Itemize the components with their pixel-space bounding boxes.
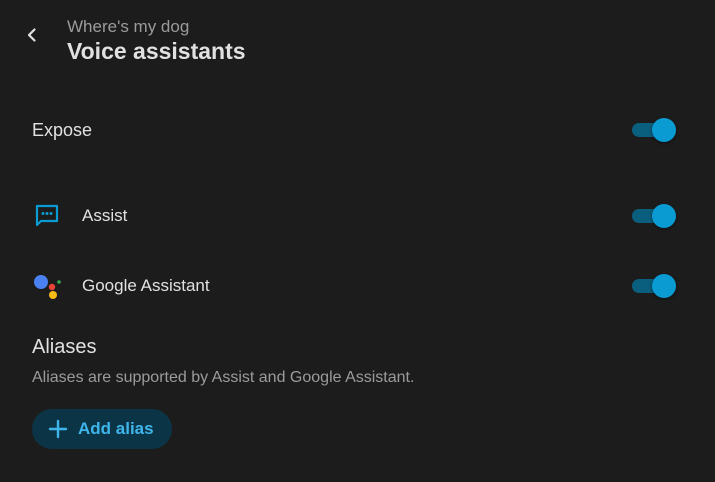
- aliases-description: Aliases are supported by Assist and Goog…: [32, 369, 415, 386]
- add-alias-label: Add alias: [78, 419, 154, 438]
- back-button[interactable]: [16, 21, 48, 53]
- expose-toggle[interactable]: [632, 117, 678, 143]
- assistant-label: Google Assistant: [82, 276, 210, 295]
- expose-row: Expose: [0, 110, 715, 150]
- chat-bubble-icon: [32, 201, 62, 231]
- google-assistant-toggle[interactable]: [632, 273, 678, 299]
- assistant-label: Assist: [82, 206, 128, 225]
- google-assistant-icon: [32, 271, 62, 301]
- chevron-left-icon: [24, 27, 40, 48]
- add-alias-button[interactable]: Add alias: [32, 409, 172, 449]
- expose-label: Expose: [32, 119, 93, 140]
- toggle-thumb: [652, 118, 676, 142]
- voice-assistants-dialog: Where's my dog Voice assistants Expose A…: [0, 0, 715, 482]
- toggle-thumb: [652, 274, 676, 298]
- toggle-thumb: [652, 204, 676, 228]
- entity-name: Where's my dog: [67, 17, 190, 36]
- assist-toggle[interactable]: [632, 203, 678, 229]
- plus-icon: [46, 417, 70, 441]
- page-title: Voice assistants: [67, 38, 246, 64]
- assistant-row-google: Google Assistant: [0, 266, 715, 306]
- aliases-title: Aliases: [32, 336, 97, 358]
- assistant-row-assist: Assist: [0, 196, 715, 236]
